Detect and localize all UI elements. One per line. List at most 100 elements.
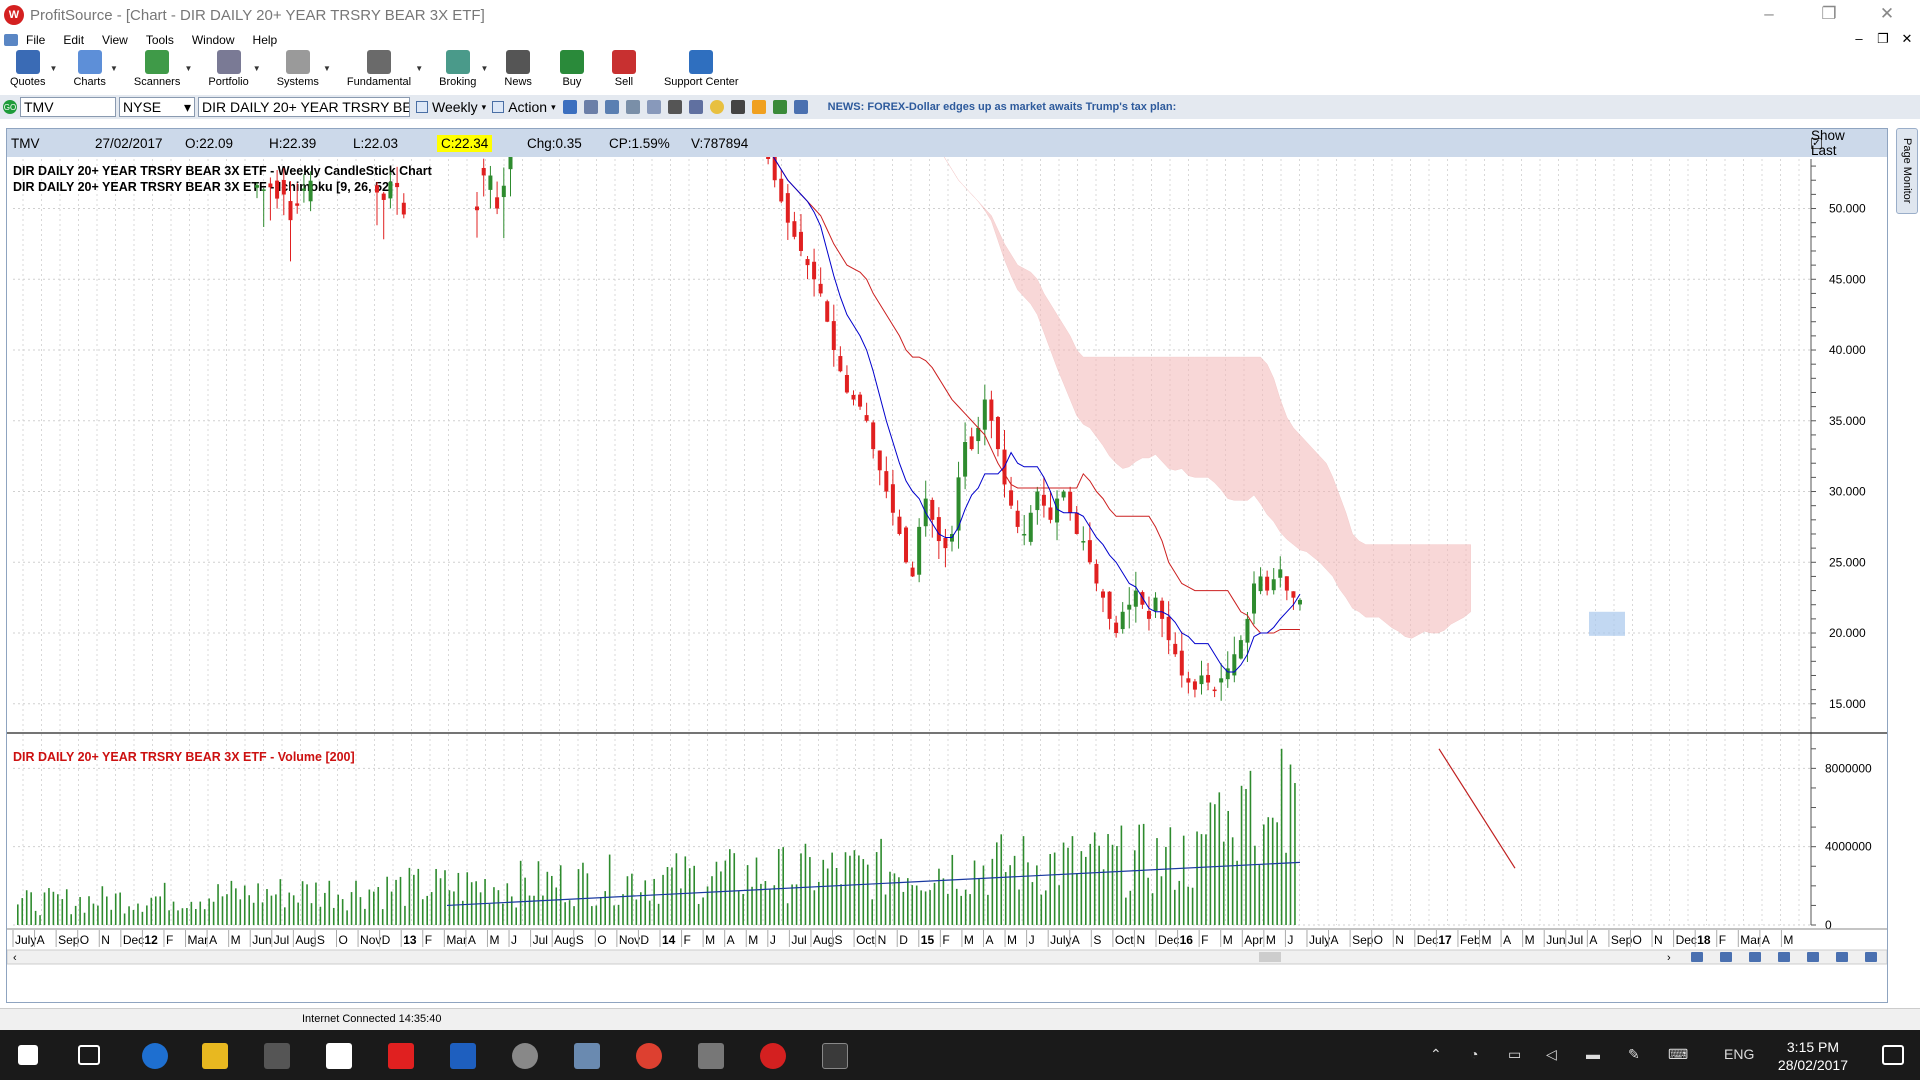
camera-icon[interactable] xyxy=(698,1043,724,1069)
volume-icon[interactable]: ◁ xyxy=(1546,1046,1557,1063)
dropdown-arrow-icon[interactable]: ▼ xyxy=(253,64,261,73)
paint-icon[interactable] xyxy=(512,1043,538,1069)
power-icon[interactable]: ▬ xyxy=(1586,1046,1600,1062)
volume-bar xyxy=(493,887,495,925)
star-icon[interactable] xyxy=(751,100,766,114)
symbol-input[interactable] xyxy=(20,97,116,117)
exchange-select[interactable]: NYSE ▾ xyxy=(119,97,195,117)
menu-window[interactable]: Window xyxy=(192,33,235,47)
broking-toolbar-button[interactable]: Broking ▼ xyxy=(439,50,488,88)
pen-icon[interactable]: ✎ xyxy=(1628,1046,1640,1063)
language-indicator[interactable]: ENG xyxy=(1724,1046,1754,1062)
chevron-up-icon[interactable]: ⌃ xyxy=(1430,1046,1442,1063)
news-toolbar-button[interactable]: News xyxy=(504,50,532,88)
profitsource-taskbar-icon[interactable] xyxy=(760,1043,786,1069)
candle-body xyxy=(1238,640,1243,659)
chevron-down-icon: ▾ xyxy=(551,101,556,112)
volume-bar xyxy=(1205,834,1207,925)
chrome-icon[interactable] xyxy=(636,1043,662,1069)
volume-bar xyxy=(697,903,700,925)
volume-bar xyxy=(413,874,415,925)
settings-wheel-icon[interactable] xyxy=(583,100,598,114)
file-explorer-icon[interactable] xyxy=(202,1043,228,1069)
dropdown-arrow-icon[interactable]: ▼ xyxy=(323,64,331,73)
mdi-restore-icon[interactable]: ❐ xyxy=(1873,31,1893,47)
menu-help[interactable]: Help xyxy=(253,33,278,47)
fundamental-toolbar-button[interactable]: Fundamental ▼ xyxy=(347,50,423,88)
go-icon[interactable]: GO xyxy=(3,100,17,114)
volume-bar xyxy=(502,903,504,925)
support-center-toolbar-button[interactable]: Support Center xyxy=(664,50,739,88)
volume-bar xyxy=(292,895,295,925)
show-last-checkbox[interactable]: ✓ Show Last xyxy=(1811,128,1845,158)
print-icon[interactable] xyxy=(604,100,619,114)
system-clock[interactable]: 3:15 PM 28/02/2017 xyxy=(1778,1038,1848,1074)
dropdown-arrow-icon[interactable]: ▼ xyxy=(415,64,423,73)
task-view-icon[interactable] xyxy=(78,1045,100,1065)
action-button[interactable]: Action ▾ xyxy=(492,99,556,115)
battery-icon[interactable]: ▭ xyxy=(1508,1046,1521,1063)
volume-bar xyxy=(573,906,575,925)
volume-bar xyxy=(733,853,736,925)
price-tick-label: 40.000 xyxy=(1829,343,1866,357)
windows-start-icon[interactable] xyxy=(18,1045,38,1065)
systems-toolbar-button[interactable]: Systems ▼ xyxy=(277,50,331,88)
lightbulb-icon[interactable] xyxy=(709,100,724,114)
scan-icon[interactable] xyxy=(625,100,640,114)
photos-icon[interactable] xyxy=(574,1043,600,1069)
notifications-icon[interactable] xyxy=(1882,1045,1904,1065)
news-ticker[interactable]: NEWS: FOREX-Dollar edges up as market aw… xyxy=(828,101,1177,113)
close-icon[interactable]: ✕ xyxy=(1872,4,1902,24)
menu-view[interactable]: View xyxy=(102,33,128,47)
truck-icon[interactable] xyxy=(730,100,745,114)
restore-icon[interactable]: ❐ xyxy=(1814,4,1844,24)
page-monitor-tab[interactable]: Page Monitor xyxy=(1896,128,1918,214)
period-button[interactable]: Weekly ▾ xyxy=(416,99,486,115)
x-axis-label: Jul xyxy=(274,933,289,947)
chart-canvas[interactable]: 15.000 20.000 25.000 30.000 35.000 40.000 45.0… xyxy=(7,157,1887,1002)
buy-toolbar-button[interactable]: Buy xyxy=(559,50,584,88)
volume-bar xyxy=(350,892,353,925)
x-axis-label: J xyxy=(770,933,776,947)
calculator-icon[interactable] xyxy=(264,1043,290,1069)
toolbar-label: Charts xyxy=(73,76,106,88)
mdi-close-icon[interactable]: ✕ xyxy=(1897,31,1917,47)
template-icon[interactable] xyxy=(646,100,661,114)
network-icon[interactable]: ◔ xyxy=(1470,1046,1478,1062)
indicator-icon[interactable] xyxy=(688,100,703,114)
volume-trendline xyxy=(1438,748,1516,869)
menu-file[interactable]: File xyxy=(26,33,45,47)
dropdown-arrow-icon[interactable]: ▼ xyxy=(184,64,192,73)
tools-icon[interactable] xyxy=(667,100,682,114)
candle-body xyxy=(1173,643,1178,655)
dropdown-arrow-icon[interactable]: ▼ xyxy=(50,64,58,73)
portfolio-toolbar-button[interactable]: Portfolio ▼ xyxy=(208,50,261,88)
mdi-minimize-icon[interactable]: – xyxy=(1849,31,1869,46)
save-icon[interactable] xyxy=(562,100,577,114)
candle-body xyxy=(381,193,386,200)
charts-toolbar-button[interactable]: Charts ▼ xyxy=(73,50,118,88)
x-axis-label: N xyxy=(101,933,110,947)
keyboard-icon[interactable]: ⌨ xyxy=(1668,1046,1688,1063)
menu-tools[interactable]: Tools xyxy=(146,33,174,47)
quotes-toolbar-button[interactable]: Quotes ▼ xyxy=(10,50,57,88)
store-icon[interactable] xyxy=(326,1043,352,1069)
scanners-toolbar-button[interactable]: Scanners ▼ xyxy=(134,50,192,88)
news-feed-icon[interactable] xyxy=(793,100,808,114)
security-name-field[interactable]: DIR DAILY 20+ YEAR TRSRY BEAR 3X ETF xyxy=(198,97,410,117)
buy-sell-icon[interactable] xyxy=(772,100,787,114)
volume-bar xyxy=(190,901,193,925)
shield-icon[interactable] xyxy=(450,1043,476,1069)
dropdown-arrow-icon[interactable]: ▼ xyxy=(110,64,118,73)
menu-edit[interactable]: Edit xyxy=(63,33,84,47)
dropdown-arrow-icon[interactable]: ▼ xyxy=(481,64,489,73)
minimize-icon[interactable]: – xyxy=(1754,4,1784,24)
kaspersky-icon[interactable] xyxy=(388,1043,414,1069)
candle-body xyxy=(1166,616,1171,641)
chart-window-icon[interactable] xyxy=(4,34,18,46)
support-icon xyxy=(689,50,714,74)
sell-toolbar-button[interactable]: Sell xyxy=(611,50,636,88)
go-app-icon[interactable] xyxy=(822,1043,848,1069)
x-axis-label: F xyxy=(425,933,432,947)
edge-browser-icon[interactable] xyxy=(142,1043,168,1069)
